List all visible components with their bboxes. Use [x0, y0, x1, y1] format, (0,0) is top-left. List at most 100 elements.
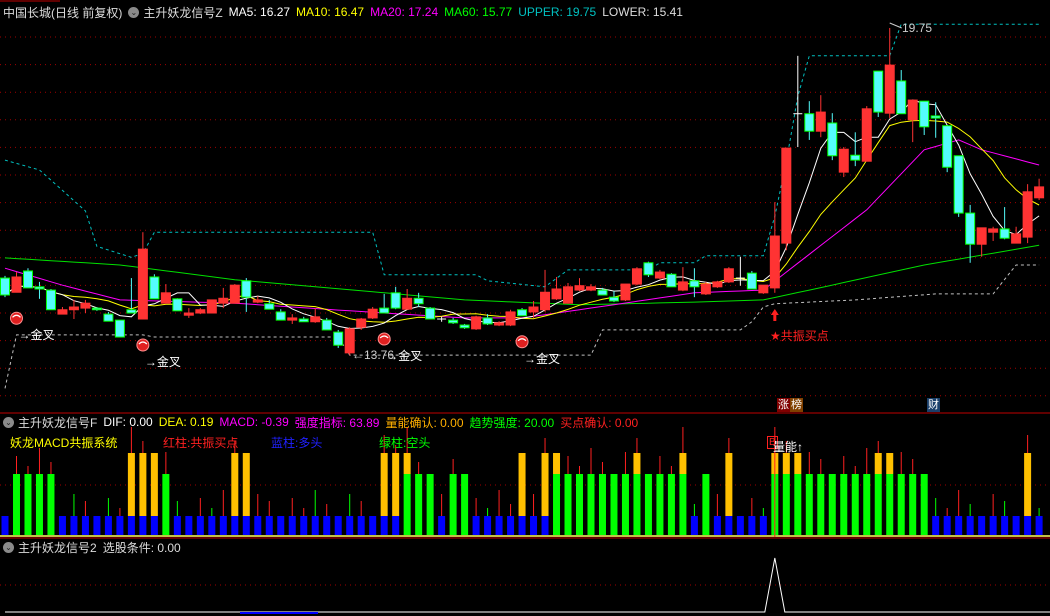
macd-green-bar: [598, 474, 606, 535]
dropdown-circle-icon[interactable]: ⌄: [3, 416, 14, 428]
macd-blue-bar: [81, 516, 89, 535]
macd-orange-bar: [782, 453, 790, 474]
candle-down: [45, 289, 56, 311]
macd-orange-bar: [633, 453, 641, 474]
macd-blue-bar: [518, 516, 526, 535]
macd-orange-bar: [242, 453, 250, 516]
macd-green-bar: [621, 474, 629, 535]
golden-cross-label: →金叉: [524, 351, 561, 366]
dif-value: DIF: 0.00: [103, 415, 153, 429]
candle-up: [80, 302, 91, 309]
macd-blue-bar: [265, 516, 273, 535]
candle-up: [540, 291, 551, 311]
macd-green-bar: [461, 474, 469, 535]
high-arrow-icon: [889, 22, 902, 29]
strength-value: 强度指标: 63.89: [294, 415, 380, 430]
macd-green-bar: [897, 474, 905, 535]
candle-up: [988, 228, 999, 233]
limit-up-tag[interactable]: 涨 榜: [777, 398, 803, 412]
macd-blue-bar: [690, 516, 698, 535]
candle-down: [919, 100, 930, 128]
candle-down: [804, 113, 815, 132]
golden-cross-ball-icon: [515, 335, 529, 349]
macd-blue-bar: [70, 516, 78, 535]
macd-orange-bar: [874, 453, 882, 474]
golden-cross-ball-icon: [136, 338, 150, 352]
macd-green-bar: [782, 474, 790, 535]
macd-green-bar: [794, 474, 802, 535]
stock-chart: [0, 0, 1050, 614]
candle-down: [298, 318, 309, 323]
candle-down: [517, 309, 528, 317]
dropdown-circle-icon[interactable]: ⌄: [3, 541, 14, 553]
macd-orange-bar: [679, 453, 687, 474]
macd-blue-bar: [1001, 516, 1009, 535]
candle-up: [907, 99, 918, 121]
macd-blue-bar: [1024, 516, 1032, 535]
candle-down: [953, 155, 964, 214]
macd-blue-bar: [1035, 516, 1043, 535]
low-price-label: ←13.76: [352, 348, 395, 362]
macd-blue-bar: [139, 516, 147, 535]
upper-value: UPPER: 19.75: [518, 5, 597, 19]
ma20-line: [4, 139, 1040, 319]
candle-down: [666, 273, 677, 288]
golden-cross-ball-icon: [9, 311, 23, 325]
macd-blue-bar: [932, 516, 940, 535]
macd-blue-bar: [495, 516, 503, 535]
finance-tag[interactable]: 财: [927, 398, 940, 412]
macd-green-bar: [909, 474, 917, 535]
candle-up: [631, 268, 642, 285]
candle-up: [677, 281, 688, 291]
macd-orange-bar: [1024, 453, 1032, 516]
macd-blue-bar: [392, 516, 400, 535]
macd-blue-bar: [311, 516, 319, 535]
resonance-buy-label: ★共振买点: [770, 329, 829, 343]
candle-up: [367, 308, 378, 319]
dropdown-circle-icon[interactable]: ⌄: [128, 6, 140, 18]
macd-green-bar: [587, 474, 595, 535]
select-signal-line: [5, 557, 1050, 613]
upper-band-line: [4, 23, 1040, 288]
indicator-name[interactable]: 主升妖龙信号Z: [143, 4, 222, 21]
candle-down: [413, 297, 424, 305]
macd-indicator-name[interactable]: 主升妖龙信号F: [18, 414, 97, 431]
select-indicator-name[interactable]: 主升妖龙信号2: [18, 539, 97, 556]
tag-cai: 财: [927, 398, 940, 412]
high-price-label: 19.75: [902, 21, 933, 35]
candle-up: [654, 271, 665, 279]
macd-green-bar: [840, 474, 848, 535]
macd-blue-bar: [116, 516, 124, 535]
macd-green-bar: [667, 474, 675, 535]
candle-up: [861, 108, 872, 162]
candle-down: [850, 154, 861, 161]
macd-green-bar: [576, 474, 583, 535]
candle-up: [781, 147, 792, 244]
macd-blue-bar: [966, 516, 974, 535]
candle-up: [218, 297, 229, 304]
candle-up: [195, 309, 206, 314]
candle-up: [574, 285, 585, 291]
trend-strength-value: 趋势强度: 20.00: [469, 415, 555, 430]
volume-up-label: 量能↑: [773, 440, 804, 454]
macd-blue-bar: [541, 516, 549, 535]
macd-blue-bar: [357, 516, 365, 535]
candle-down: [0, 277, 10, 296]
candle-down: [896, 80, 907, 115]
candle-down: [930, 115, 941, 119]
candle-down: [22, 270, 33, 289]
legend-green: 绿柱:空头: [379, 436, 431, 450]
buy-arrow-icon: [770, 309, 779, 321]
candle-up: [160, 292, 171, 304]
macd-green-bar: [851, 474, 859, 535]
macd-blue-bar: [736, 516, 744, 535]
macd-blue-bar: [438, 516, 446, 535]
select-panel-header: ⌄ 主升妖龙信号2 选股条件: 0.00: [3, 539, 187, 555]
candle-down: [34, 286, 45, 290]
candle-down: [643, 262, 654, 276]
legend-title: 妖龙MACD共振系统: [10, 436, 118, 450]
macd-green-bar: [564, 474, 572, 535]
tag-bang: 榜: [790, 398, 803, 412]
candle-down: [425, 307, 436, 320]
golden-cross-ball-icon: [377, 332, 391, 346]
